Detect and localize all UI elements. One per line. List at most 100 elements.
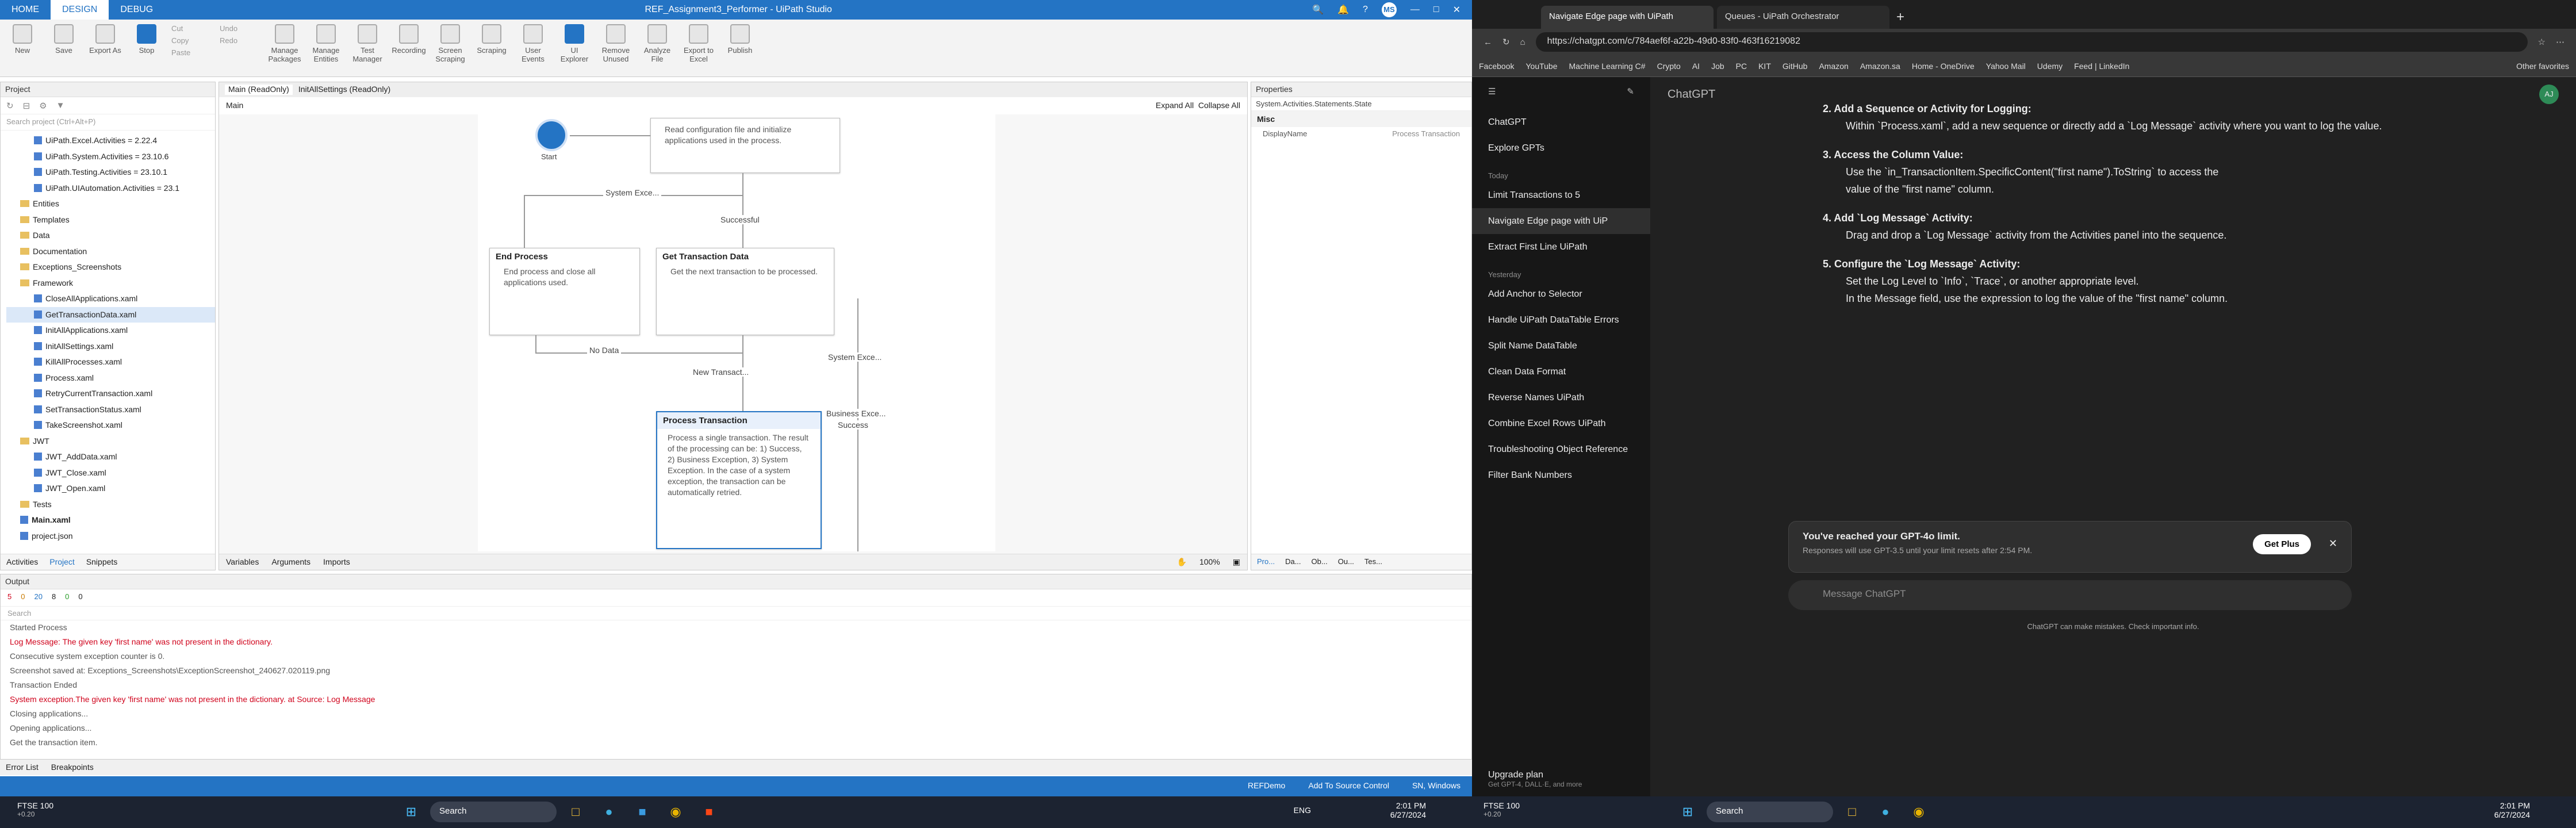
tab-main-xaml[interactable]: Main (ReadOnly): [225, 85, 293, 95]
sidebar-item-chatgpt[interactable]: ChatGPT: [1472, 109, 1650, 135]
project-tree-item[interactable]: RetryCurrentTransaction.xaml: [6, 386, 215, 402]
tab-data-manager[interactable]: Da...: [1285, 557, 1301, 567]
collapse-all-button[interactable]: Collapse All: [1198, 101, 1240, 110]
favorite-link[interactable]: KIT: [1758, 62, 1771, 71]
favorite-link[interactable]: Home - OneDrive: [1912, 62, 1975, 71]
favorite-link[interactable]: Udemy: [2037, 62, 2063, 71]
project-tree-item[interactable]: UiPath.UIAutomation.Activities = 23.1: [6, 181, 215, 197]
menu-icon[interactable]: ⋯: [2556, 37, 2564, 47]
project-tree-item[interactable]: Entities: [6, 196, 215, 212]
sidebar-chat-item[interactable]: Handle UiPath DataTable Errors: [1472, 307, 1650, 333]
project-tree-item[interactable]: project.json: [6, 528, 215, 545]
project-tree-item[interactable]: Framework: [6, 275, 215, 292]
project-tree-item[interactable]: Process.xaml: [6, 370, 215, 386]
project-tree-item[interactable]: JWT_AddData.xaml: [6, 449, 215, 465]
tab-arguments[interactable]: Arguments: [271, 557, 310, 567]
add-source-control-button[interactable]: Add To Source Control: [1308, 781, 1389, 792]
favorite-link[interactable]: AI: [1692, 62, 1700, 71]
sidebar-chat-item[interactable]: Combine Excel Rows UiPath: [1472, 411, 1650, 436]
project-tree-item[interactable]: CloseAllApplications.xaml: [6, 291, 215, 307]
tab-queues-orchestrator[interactable]: Queues - UiPath Orchestrator: [1717, 6, 1889, 29]
init-state[interactable]: Read configuration file and initialize a…: [650, 118, 840, 173]
project-tree-item[interactable]: Exceptions_Screenshots: [6, 259, 215, 275]
tab-error-list[interactable]: Error List: [6, 762, 39, 772]
debug-count[interactable]: 0: [78, 592, 82, 603]
vscode-icon[interactable]: ■: [628, 798, 657, 826]
output-search-input[interactable]: Search: [1, 607, 1471, 620]
tab-design[interactable]: DESIGN: [51, 0, 109, 20]
clock-time-right[interactable]: 2:01 PM: [2494, 801, 2530, 810]
sidebar-chat-item[interactable]: Add Anchor to Selector: [1472, 281, 1650, 307]
hand-icon[interactable]: ✋: [1177, 557, 1187, 567]
favorite-link[interactable]: Machine Learning C#: [1569, 62, 1646, 71]
test-manager-button[interactable]: Test Manager: [351, 24, 384, 63]
undo-button[interactable]: Undo: [220, 24, 260, 33]
tab-init-settings[interactable]: InitAllSettings (ReadOnly): [298, 85, 390, 95]
tab-debug[interactable]: DEBUG: [109, 0, 164, 20]
minimize-button[interactable]: —: [1410, 5, 1420, 15]
tab-project[interactable]: Project: [49, 557, 75, 567]
analyze-file-button[interactable]: Analyze File: [641, 24, 674, 63]
output-line[interactable]: Closing applications...: [1, 707, 1471, 721]
expand-all-button[interactable]: Expand All: [1156, 101, 1194, 110]
output-line[interactable]: Opening applications...: [1, 721, 1471, 735]
tab-home[interactable]: HOME: [0, 0, 51, 20]
settings-icon[interactable]: ⚙: [39, 101, 47, 111]
project-tree-item[interactable]: Documentation: [6, 244, 215, 260]
clock-date-right[interactable]: 6/27/2024: [2494, 810, 2530, 819]
maximize-button[interactable]: □: [1433, 5, 1439, 15]
sidebar-chat-item[interactable]: Filter Bank Numbers: [1472, 462, 1650, 488]
favorite-link[interactable]: Feed | LinkedIn: [2074, 62, 2129, 71]
tab-activities[interactable]: Activities: [6, 557, 38, 567]
favorite-link[interactable]: Facebook: [1479, 62, 1514, 71]
trace-count[interactable]: 8: [52, 592, 56, 603]
screen-scraping-button[interactable]: Screen Scraping: [434, 24, 467, 63]
export-button[interactable]: Export As: [89, 24, 122, 55]
project-tree-item[interactable]: KillAllProcesses.xaml: [6, 354, 215, 370]
file-explorer-icon-right[interactable]: □: [1838, 798, 1866, 826]
edge-icon[interactable]: ●: [595, 798, 623, 826]
favorite-link[interactable]: Yahoo Mail: [1986, 62, 2026, 71]
favorite-link[interactable]: GitHub: [1782, 62, 1808, 71]
scraping-button[interactable]: Scraping: [475, 24, 508, 55]
model-selector[interactable]: ChatGPT: [1667, 88, 1715, 101]
user-events-button[interactable]: User Events: [516, 24, 550, 63]
info-count[interactable]: 20: [34, 592, 42, 603]
sidebar-chat-item[interactable]: Troubleshooting Object Reference: [1472, 436, 1650, 462]
favorite-link[interactable]: Job: [1711, 62, 1724, 71]
verbose-count[interactable]: 0: [65, 592, 69, 603]
tab-navigate-edge[interactable]: Navigate Edge page with UiPath: [1541, 6, 1713, 29]
get-plus-button[interactable]: Get Plus: [2253, 534, 2311, 554]
project-tree-item[interactable]: SetTransactionStatus.xaml: [6, 402, 215, 418]
search-icon[interactable]: 🔍: [1312, 4, 1324, 16]
output-line[interactable]: System exception.The given key 'first na…: [1, 692, 1471, 707]
project-tree-item[interactable]: InitAllApplications.xaml: [6, 323, 215, 339]
manage-packages-button[interactable]: Manage Packages: [268, 24, 301, 63]
favorite-link[interactable]: Amazon.sa: [1860, 62, 1900, 71]
project-tree-item[interactable]: Main.xaml: [6, 512, 215, 528]
windows-start-icon-right[interactable]: ⊞: [1673, 798, 1702, 826]
project-search-input[interactable]: Search project (Ctrl+Alt+P): [1, 114, 215, 131]
new-chat-icon[interactable]: ✎: [1627, 86, 1634, 100]
other-favorites[interactable]: Other favorites: [2516, 62, 2569, 71]
stock-widget-right[interactable]: FTSE 100: [1483, 801, 1520, 810]
ui-explorer-button[interactable]: UI Explorer: [558, 24, 591, 63]
project-tree-item[interactable]: UiPath.System.Activities = 23.10.6: [6, 149, 215, 165]
back-icon[interactable]: ←: [1483, 37, 1492, 47]
stop-button[interactable]: Stop: [130, 24, 163, 55]
message-input[interactable]: Message ChatGPT: [1788, 580, 2352, 610]
output-line[interactable]: Screenshot saved at: Exceptions_Screensh…: [1, 664, 1471, 678]
get-transaction-state[interactable]: Get Transaction Data Get the next transa…: [656, 248, 834, 335]
tab-outline[interactable]: Ou...: [1338, 557, 1354, 567]
redo-button[interactable]: Redo: [220, 36, 260, 45]
refresh-icon[interactable]: ↻: [6, 101, 14, 111]
clock-date[interactable]: 6/27/2024: [1390, 810, 1426, 819]
fit-icon[interactable]: ▣: [1233, 557, 1240, 567]
close-banner-icon[interactable]: ✕: [2329, 538, 2337, 550]
output-line[interactable]: Consecutive system exception counter is …: [1, 649, 1471, 664]
cut-button[interactable]: Cut: [171, 24, 212, 33]
project-tree-item[interactable]: TakeScreenshot.xaml: [6, 417, 215, 434]
taskbar-search[interactable]: Search: [430, 802, 557, 822]
manage-entities-button[interactable]: Manage Entities: [309, 24, 343, 63]
project-tree-item[interactable]: JWT_Close.xaml: [6, 465, 215, 481]
